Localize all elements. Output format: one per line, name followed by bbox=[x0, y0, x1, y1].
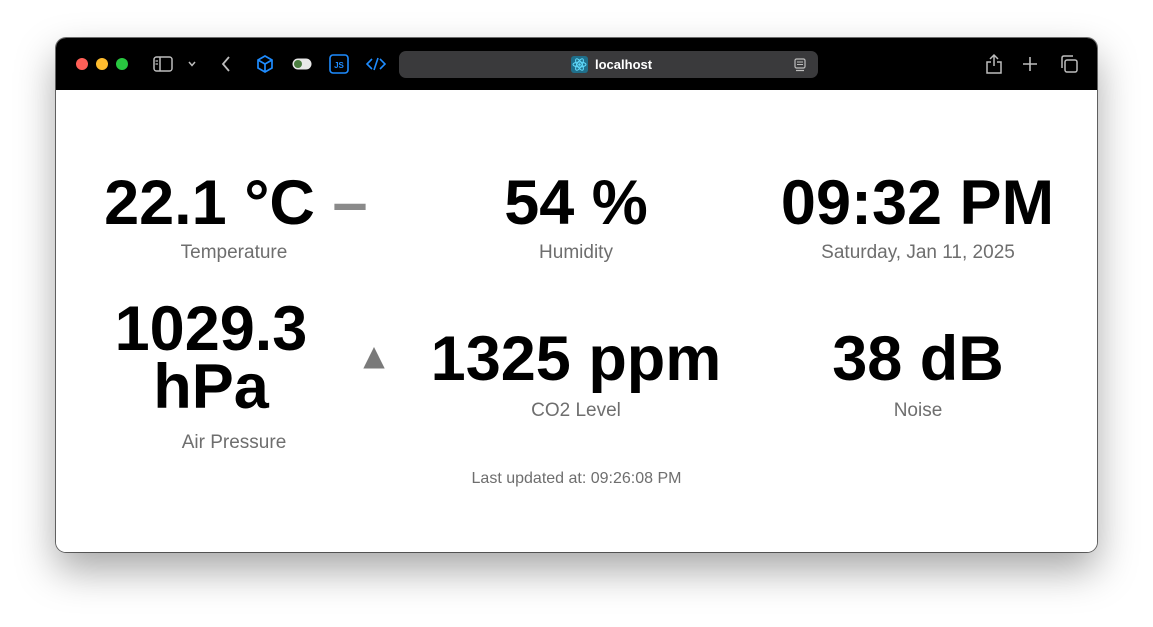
minimize-window-button[interactable] bbox=[96, 58, 108, 70]
plus-icon[interactable] bbox=[1020, 52, 1040, 76]
code-icon[interactable] bbox=[365, 52, 387, 76]
co2-value: 1325 ppm bbox=[430, 324, 722, 394]
time-value: 09:32 PM bbox=[780, 168, 1055, 238]
dashboard: 22.1 °C – Temperature 54 % Humidity 09:3… bbox=[56, 90, 1097, 552]
url-text[interactable]: localhost bbox=[595, 57, 652, 72]
noise-value: 38 dB bbox=[832, 324, 1004, 394]
tabs-icon[interactable] bbox=[1058, 52, 1080, 76]
chevron-left-icon[interactable] bbox=[218, 52, 234, 76]
pressure-value: 1029.3 hPa bbox=[102, 294, 320, 422]
js-icon[interactable]: JS bbox=[328, 52, 350, 76]
co2-label: CO2 Level bbox=[531, 400, 621, 421]
chevron-down-icon[interactable] bbox=[186, 52, 198, 76]
last-updated-text: Last updated at: 09:26:08 PM bbox=[471, 470, 682, 487]
pressure-number: 1029.3 bbox=[114, 294, 308, 364]
sidebar-icon[interactable] bbox=[152, 52, 174, 76]
temperature-value: 22.1 °C bbox=[104, 168, 315, 238]
reader-icon[interactable] bbox=[793, 58, 807, 72]
humidity-label: Humidity bbox=[539, 242, 613, 263]
pressure-label: Air Pressure bbox=[181, 432, 287, 453]
address-bar[interactable]: localhost bbox=[399, 51, 818, 78]
browser-window: JS localhost 22.1 °C – Temperature 54 % … bbox=[56, 38, 1097, 552]
toggle-icon[interactable] bbox=[291, 52, 313, 76]
temperature-label: Temperature bbox=[180, 242, 288, 263]
share-icon[interactable] bbox=[983, 52, 1005, 76]
pressure-trend-indicator: ▲ bbox=[363, 339, 385, 372]
noise-label: Noise bbox=[893, 400, 943, 421]
pressure-unit: hPa bbox=[153, 352, 269, 422]
close-window-button[interactable] bbox=[76, 58, 88, 70]
date-label: Saturday, Jan 11, 2025 bbox=[821, 242, 1015, 263]
browser-toolbar: JS localhost bbox=[56, 38, 1097, 90]
zoom-window-button[interactable] bbox=[116, 58, 128, 70]
react-icon bbox=[571, 56, 588, 73]
temperature-trend-indicator: – bbox=[332, 168, 368, 238]
humidity-value: 54 % bbox=[504, 168, 648, 238]
cube-icon[interactable] bbox=[254, 52, 276, 76]
svg-text:JS: JS bbox=[334, 61, 344, 70]
